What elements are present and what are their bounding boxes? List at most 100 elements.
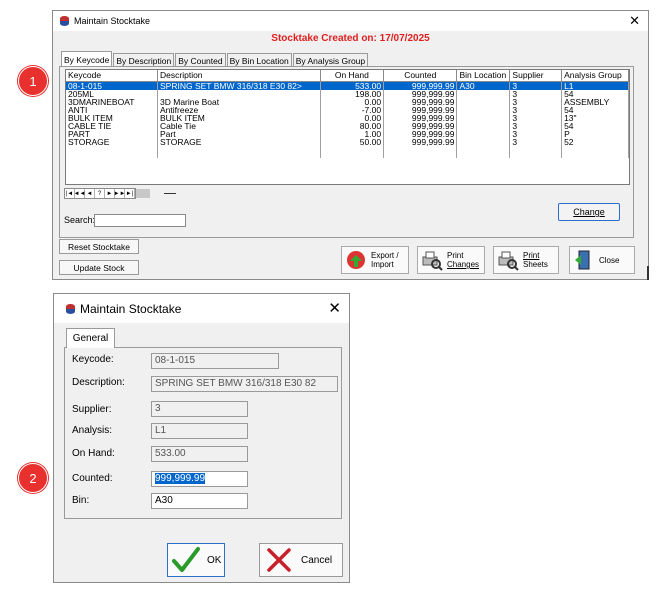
counted-field[interactable]: 999,999.99 xyxy=(151,471,248,487)
cell-on-hand: 0.00 xyxy=(320,97,385,106)
table-row[interactable]: ANTI Antifreeze -7.00 999,999.99 3 54 xyxy=(66,105,629,114)
col-header-analysis-group[interactable]: Analysis Group xyxy=(561,70,629,82)
reset-stocktake-button[interactable]: Reset Stocktake xyxy=(59,239,139,254)
on-hand-label: On Hand: xyxy=(72,448,115,459)
callout-badge-1: 1 xyxy=(18,66,48,96)
table-row[interactable]: 205ML 198.00 999,999.99 3 54 xyxy=(66,89,629,98)
tab-general[interactable]: General xyxy=(66,328,115,348)
close-icon[interactable]: ✕ xyxy=(328,299,341,317)
tab-by-description[interactable]: By Description xyxy=(113,53,175,66)
close-button[interactable]: Close xyxy=(569,246,635,274)
export-import-button[interactable]: Export / Import xyxy=(341,246,409,274)
cell-keycode: PART xyxy=(66,129,159,139)
cell-analysis-group: 54 xyxy=(561,105,629,114)
print-changes-line1: Print xyxy=(447,251,464,260)
cell-keycode: ANTI xyxy=(66,105,159,114)
cell-on-hand: 0.00 xyxy=(320,113,385,122)
col-header-counted[interactable]: Counted xyxy=(383,70,458,82)
printer-magnifier-icon xyxy=(422,251,443,271)
col-header-on-hand[interactable]: On Hand xyxy=(320,70,385,82)
callout-badge-2: 2 xyxy=(18,463,48,493)
table-row[interactable]: CABLE TIE Cable Tie 80.00 999,999.99 3 54 xyxy=(66,121,629,130)
table-row[interactable]: 3DMARINEBOAT 3D Marine Boat 0.00 999,999.99… xyxy=(66,97,629,106)
cell-description: STORAGE xyxy=(157,138,321,147)
general-panel: Keycode: 08-1-015 Description: SPRING SE… xyxy=(64,347,342,519)
empty-row xyxy=(66,146,629,159)
col-header-bin-location[interactable]: Bin Location xyxy=(456,70,511,82)
bin-field[interactable]: A30 xyxy=(151,493,248,509)
table-row[interactable]: STORAGE STORAGE 50.00 999,999.99 3 52 xyxy=(66,138,629,147)
export-import-icon xyxy=(347,251,365,269)
printer-magnifier-icon xyxy=(498,251,519,271)
supplier-label: Supplier: xyxy=(72,404,112,415)
grid-header-row: Keycode Description On Hand Counted Bin … xyxy=(66,70,629,82)
export-label-line2: Import xyxy=(371,260,394,269)
supplier-field: 3 xyxy=(151,401,248,417)
cell-description: Part xyxy=(157,129,321,139)
table-row[interactable]: PART Part 1.00 999,999.99 3 P xyxy=(66,129,629,139)
analysis-label: Analysis: xyxy=(72,425,113,436)
sort-tabs: By Keycode By Description By Counted By … xyxy=(61,51,369,66)
ok-button[interactable]: OK xyxy=(167,543,225,577)
change-button[interactable]: Change xyxy=(558,203,620,221)
cell-on-hand: 1.00 xyxy=(320,129,385,139)
cell-supplier: 3 xyxy=(509,105,563,114)
stocktake-list-window: Maintain Stocktake ✕ Stocktake Created o… xyxy=(52,10,649,280)
export-label-line1: Export / xyxy=(371,251,399,260)
window-title: Maintain Stocktake xyxy=(74,16,151,26)
cell-bin-location xyxy=(456,129,511,139)
col-header-keycode[interactable]: Keycode xyxy=(66,70,159,82)
nav-help-button[interactable]: ? xyxy=(95,189,105,198)
stocktake-edit-dialog: Maintain Stocktake ✕ General Keycode: 08… xyxy=(53,293,350,583)
nav-prev-page-button[interactable]: ◄◄ xyxy=(74,189,85,198)
cell-analysis-group: P xyxy=(561,129,629,139)
cancel-button[interactable]: Cancel xyxy=(259,543,343,577)
cell-supplier: 3 xyxy=(509,113,563,122)
cell-analysis-group: 54 xyxy=(561,121,629,130)
cell-supplier: 3 xyxy=(509,129,563,139)
cell-description: Cable Tie xyxy=(157,121,321,130)
nav-last-record-button[interactable]: ►| xyxy=(125,189,135,198)
counted-value: 999,999.99 xyxy=(155,473,206,484)
cell-on-hand: 80.00 xyxy=(320,121,385,130)
nav-prev-record-button[interactable]: ◄ xyxy=(85,189,95,198)
print-sheets-line1: Print xyxy=(523,251,540,260)
cell-bin-location xyxy=(456,97,511,106)
description-field: SPRING SET BMW 316/318 E30 82 xyxy=(151,376,338,392)
table-row[interactable]: 08-1-015 SPRING SET BMW 316/318 E30 82> 53… xyxy=(66,81,629,90)
print-sheets-line2: Sheets xyxy=(523,260,548,269)
stocktake-grid[interactable]: Keycode Description On Hand Counted Bin … xyxy=(65,69,630,185)
cell-keycode: CABLE TIE xyxy=(66,121,159,130)
cell-on-hand: 50.00 xyxy=(320,138,385,147)
cell-supplier: 3 xyxy=(509,89,563,98)
update-stock-button[interactable]: Update Stock xyxy=(59,260,139,275)
col-header-description[interactable]: Description xyxy=(157,70,321,82)
cell-bin-location xyxy=(456,89,511,98)
cell-on-hand: 533.00 xyxy=(320,81,385,90)
print-changes-button[interactable]: Print Changes xyxy=(417,246,485,274)
cell-analysis-group: 52 xyxy=(561,138,629,147)
counted-label: Counted: xyxy=(72,473,113,484)
on-hand-field: 533.00 xyxy=(151,446,248,462)
app-icon xyxy=(60,16,69,26)
close-icon[interactable]: ✕ xyxy=(629,13,640,29)
cancel-label: Cancel xyxy=(301,554,333,566)
tab-by-keycode[interactable]: By Keycode xyxy=(61,51,113,66)
tab-panel: Keycode Description On Hand Counted Bin … xyxy=(59,66,634,238)
tab-by-counted[interactable]: By Counted xyxy=(175,53,226,66)
cell-counted: 999,999.99 xyxy=(383,81,458,90)
cell-description: Antifreeze xyxy=(157,105,321,114)
record-navigator: |◄ ◄◄ ◄? ► ►► ►| xyxy=(64,188,176,199)
col-header-supplier[interactable]: Supplier xyxy=(509,70,563,82)
cell-analysis-group: 54 xyxy=(561,89,629,98)
cell-keycode: 3DMARINEBOAT xyxy=(66,97,159,106)
search-label: Search: xyxy=(64,215,96,225)
tab-by-analysis-group[interactable]: By Analysis Group xyxy=(292,53,369,66)
cell-counted: 999,999.99 xyxy=(383,129,458,139)
search-input[interactable] xyxy=(94,214,186,227)
tab-by-bin-location[interactable]: By Bin Location xyxy=(226,53,292,66)
print-sheets-button[interactable]: Print Sheets xyxy=(493,246,559,274)
cell-keycode: BULK ITEM xyxy=(66,113,159,122)
nav-next-page-button[interactable]: ►► xyxy=(114,189,125,198)
table-row[interactable]: BULK ITEM BULK ITEM 0.00 999,999.99 3 13" xyxy=(66,113,629,122)
